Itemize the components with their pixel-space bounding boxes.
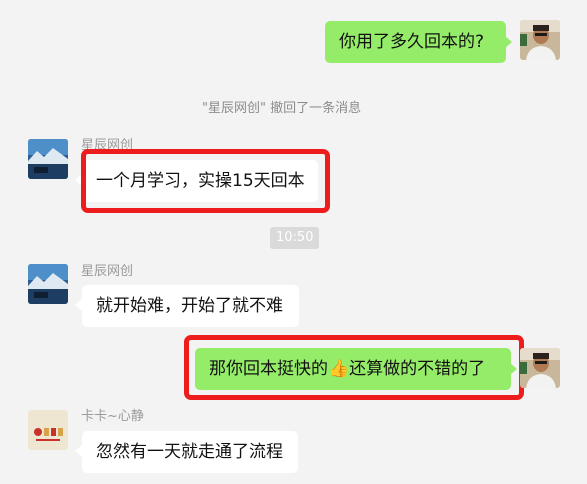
user-photo-avatar-icon — [520, 20, 560, 60]
recall-notice: "星辰网创" 撤回了一条消息 — [202, 101, 362, 116]
bubble-tail — [505, 36, 512, 48]
xingchen-avatar[interactable] — [28, 264, 68, 304]
message-bubble-other[interactable]: 就开始难，开始了就不难 — [82, 285, 299, 327]
xingchen-avatar[interactable] — [28, 139, 68, 179]
sender-name: 星辰网创 — [81, 264, 134, 279]
highlight-box — [184, 335, 524, 400]
mountain-snow-avatar-icon — [28, 264, 68, 304]
self-avatar[interactable] — [520, 348, 560, 388]
message-bubble-other[interactable]: 忽然有一天就走通了流程 — [82, 431, 298, 473]
message-text: 忽然有一天就走通了流程 — [96, 442, 283, 462]
sender-name: 卡卡~心静 — [81, 409, 144, 424]
message-text: 就开始难，开始了就不难 — [96, 296, 283, 316]
timestamp: 10:50 — [270, 227, 320, 249]
message-bubble-self[interactable]: 你用了多久回本的? — [325, 21, 506, 63]
self-avatar[interactable] — [520, 20, 560, 60]
user-photo-avatar-icon — [520, 348, 560, 388]
message-text: 你用了多久回本的? — [339, 32, 485, 52]
highlight-box — [81, 149, 330, 213]
bubble-tail — [75, 445, 82, 457]
bubble-tail — [75, 299, 82, 311]
mountain-snow-avatar-icon — [28, 139, 68, 179]
kaka-logo-avatar-icon — [28, 410, 68, 450]
kaka-avatar[interactable] — [28, 410, 68, 450]
